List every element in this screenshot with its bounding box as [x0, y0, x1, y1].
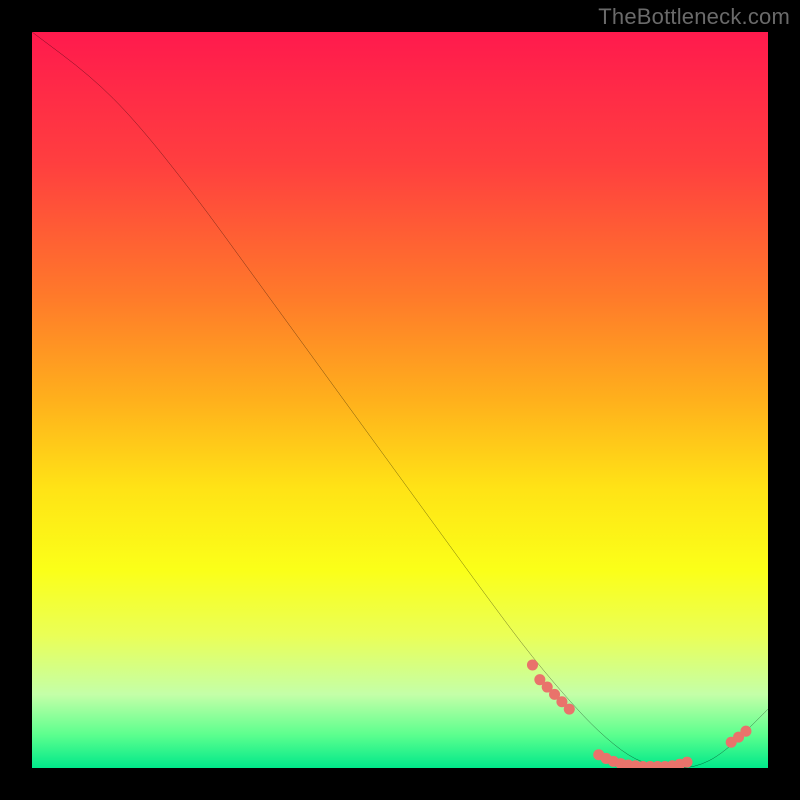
watermark-text: TheBottleneck.com: [598, 4, 790, 30]
plot-area: [32, 32, 768, 768]
highlight-dot: [564, 704, 575, 715]
chart-frame: TheBottleneck.com: [0, 0, 800, 800]
highlight-dot: [682, 757, 693, 768]
highlight-dot: [740, 726, 751, 737]
curve-layer: [32, 32, 768, 768]
bottleneck-curve: [32, 32, 768, 768]
highlight-dot: [527, 659, 538, 670]
highlight-dots: [527, 659, 751, 768]
